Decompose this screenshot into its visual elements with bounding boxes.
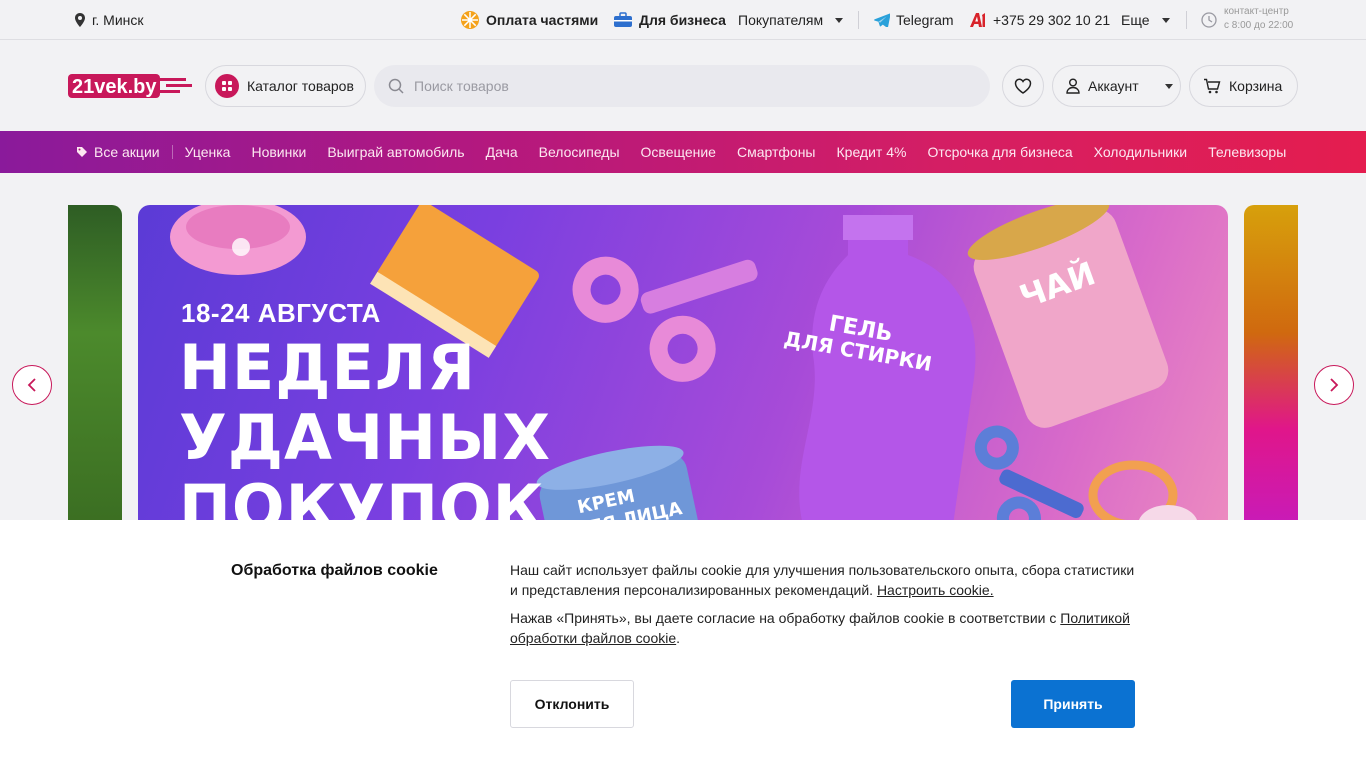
location-pin-icon: [75, 13, 85, 27]
promo-nav-item[interactable]: Кредит 4%: [837, 144, 907, 160]
promo-nav-item[interactable]: Дача: [486, 144, 518, 160]
chevron-down-icon: [1164, 83, 1173, 89]
promo-nav-item[interactable]: Новинки: [251, 144, 306, 160]
cart-button[interactable]: Корзина: [1189, 65, 1298, 107]
cookie-settings-link[interactable]: Настроить cookie.: [877, 582, 994, 598]
next-banner-preview[interactable]: [1244, 205, 1298, 525]
promo-nav-item[interactable]: Велосипеды: [539, 144, 620, 160]
contact-center-label: контакт-центр: [1224, 6, 1289, 17]
telegram-icon: [874, 13, 890, 27]
all-promos-label: Все акции: [94, 144, 160, 160]
a1-operator-icon: [970, 13, 985, 27]
contact-center-time: с 8:00 до 22:00: [1224, 20, 1294, 31]
logo-text: 21vek.by: [72, 76, 157, 98]
previous-banner-preview[interactable]: [68, 205, 122, 525]
tag-icon: [77, 147, 87, 157]
all-promos-link[interactable]: Все акции: [76, 144, 173, 160]
account-label: Аккаунт: [1088, 78, 1139, 94]
carousel-next-button[interactable]: [1314, 365, 1354, 405]
search-bar[interactable]: [374, 65, 990, 107]
main-header: 21vek.by Каталог товаров Аккаунт Корзина: [0, 41, 1366, 131]
promo-nav-item[interactable]: Выиграй автомобиль: [327, 144, 464, 160]
cart-label: Корзина: [1229, 78, 1283, 94]
carousel-prev-button[interactable]: [12, 365, 52, 405]
more-label: Еще: [1121, 12, 1150, 28]
telegram-link[interactable]: Telegram: [874, 0, 954, 40]
decline-button[interactable]: Отклонить: [510, 680, 634, 728]
buyers-menu[interactable]: Покупателям: [738, 0, 844, 40]
promo-nav: Все акции Уценка Новинки Выиграй автомоб…: [0, 131, 1366, 173]
promo-nav-item[interactable]: Телевизоры: [1208, 144, 1286, 160]
contact-center-hours: контакт-центр с 8:00 до 22:00: [1224, 5, 1293, 33]
phone-number: +375 29 302 10 21: [993, 12, 1111, 28]
accept-button[interactable]: Принять: [1011, 680, 1135, 728]
heart-icon: [1014, 78, 1032, 94]
cart-icon: [1204, 78, 1221, 94]
promo-nav-item[interactable]: Холодильники: [1094, 144, 1187, 160]
promo-nav-item[interactable]: Отсрочка для бизнеса: [927, 144, 1072, 160]
search-icon: [388, 78, 404, 94]
chevron-left-icon: [27, 378, 36, 392]
clock-icon: [1201, 12, 1217, 28]
banner-title-line: УДАЧНЫХ: [179, 401, 552, 474]
grid-icon: [215, 74, 239, 98]
chevron-right-icon: [1330, 378, 1339, 392]
user-icon: [1066, 78, 1080, 94]
account-menu[interactable]: Аккаунт: [1052, 65, 1181, 107]
installments-link[interactable]: Оплата частями: [460, 0, 598, 40]
hero-banner[interactable]: ГЕЛЬ ДЛЯ СТИРКИ ЧАЙ КРЕМ ДЛЯ ЛИЦА 18-24 …: [138, 205, 1228, 525]
city-selector[interactable]: г. Минск: [74, 0, 144, 40]
business-link[interactable]: Для бизнеса: [613, 0, 726, 40]
banner-title-line: ПОКУПОК: [179, 471, 545, 526]
cookie-consent-text: Нажав «Принять», вы даете согласие на об…: [510, 610, 1130, 646]
promo-nav-item[interactable]: Уценка: [185, 144, 231, 160]
phone-link[interactable]: +375 29 302 10 21: [969, 0, 1110, 40]
banner-title: НЕДЕЛЯ УДАЧНЫХ ПОКУПОК: [179, 331, 552, 526]
promo-nav-item[interactable]: Освещение: [641, 144, 716, 160]
favorites-button[interactable]: [1002, 65, 1044, 107]
buyers-label: Покупателям: [738, 12, 824, 28]
briefcase-icon: [614, 12, 632, 27]
cookie-description: Наш сайт использует файлы cookie для улу…: [510, 560, 1140, 600]
city-label: г. Минск: [92, 12, 144, 28]
cookie-text-2: Нажав «Принять», вы даете согласие на об…: [510, 610, 1057, 626]
divider: [1186, 11, 1187, 29]
orange-slice-icon: [461, 11, 479, 29]
chevron-down-icon: [1161, 17, 1170, 23]
installments-label: Оплата частями: [486, 12, 599, 28]
promo-nav-item[interactable]: Смартфоны: [737, 144, 816, 160]
divider: [858, 11, 859, 29]
more-menu[interactable]: Еще: [1121, 0, 1170, 40]
cookie-consent-banner: Обработка файлов cookie Наш сайт использ…: [0, 520, 1366, 768]
banner-title-line: НЕДЕЛЯ: [179, 331, 477, 404]
catalog-label: Каталог товаров: [247, 78, 354, 94]
catalog-button[interactable]: Каталог товаров: [205, 65, 366, 107]
banner-date: 18-24 АВГУСТА: [181, 298, 381, 328]
search-input[interactable]: [414, 78, 954, 94]
site-logo[interactable]: 21vek.by: [68, 73, 192, 99]
chevron-down-icon: [835, 17, 844, 23]
telegram-label: Telegram: [896, 12, 954, 28]
cookie-text-1: Наш сайт использует файлы cookie для улу…: [510, 562, 1135, 598]
business-label: Для бизнеса: [639, 12, 726, 28]
cookie-title: Обработка файлов cookie: [231, 562, 438, 579]
top-bar: г. Минск Оплата частями Для бизнеса Поку…: [0, 0, 1366, 40]
